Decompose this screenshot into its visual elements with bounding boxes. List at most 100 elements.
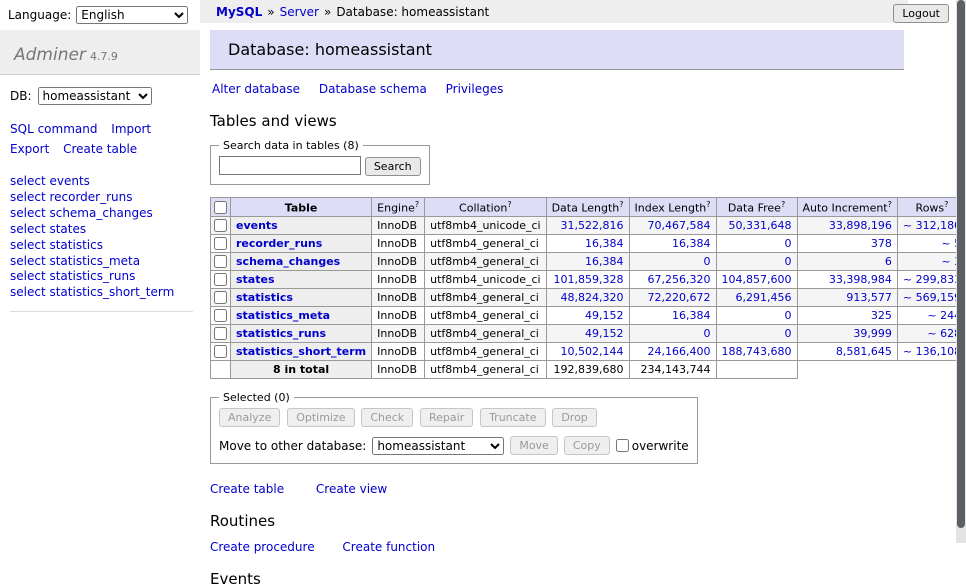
sidebar-table-link[interactable]: select events xyxy=(10,174,193,190)
data-free-link[interactable]: 188,743,680 xyxy=(722,345,792,358)
sidebar-table-link[interactable]: select states xyxy=(10,222,193,238)
data-length-cell: 16,384 xyxy=(546,235,629,253)
create-procedure-link[interactable]: Create procedure xyxy=(210,540,315,554)
database-schema-link[interactable]: Database schema xyxy=(319,82,427,96)
table-name-link[interactable]: statistics_meta xyxy=(236,309,330,322)
row-checkbox[interactable] xyxy=(214,309,227,322)
data-length-link[interactable]: 16,384 xyxy=(585,237,624,250)
breadcrumb-separator: » xyxy=(324,5,331,19)
table-name-link[interactable]: states xyxy=(236,273,275,286)
sidebar-table-link[interactable]: select statistics_meta xyxy=(10,254,193,270)
create-view-link[interactable]: Create view xyxy=(316,482,387,496)
index-length-link[interactable]: 16,384 xyxy=(672,309,711,322)
row-checkbox[interactable] xyxy=(214,237,227,250)
auto-increment-link[interactable]: 33,898,196 xyxy=(829,219,892,232)
app-version[interactable]: 4.7.9 xyxy=(90,50,118,63)
table-name-link[interactable]: events xyxy=(236,219,278,232)
repair-button[interactable]: Repair xyxy=(420,408,473,427)
row-checkbox[interactable] xyxy=(214,273,227,286)
data-free-link[interactable]: 50,331,648 xyxy=(729,219,792,232)
index-length-link[interactable]: 67,256,320 xyxy=(648,273,711,286)
data-length-link[interactable]: 49,152 xyxy=(585,327,624,340)
privileges-link[interactable]: Privileges xyxy=(446,82,504,96)
index-length-link[interactable]: 72,220,672 xyxy=(648,291,711,304)
overwrite-option[interactable]: overwrite xyxy=(616,439,689,453)
rows-count-link[interactable]: ~ 136,108 xyxy=(903,345,961,358)
row-checkbox[interactable] xyxy=(214,345,227,358)
data-free-link[interactable]: 0 xyxy=(785,327,792,340)
export-link[interactable]: Export xyxy=(10,142,49,156)
move-button[interactable]: Move xyxy=(510,436,558,455)
move-db-select[interactable]: homeassistant xyxy=(372,437,504,455)
sql-command-link[interactable]: SQL command xyxy=(10,122,97,136)
row-checkbox[interactable] xyxy=(214,219,227,232)
analyze-button[interactable]: Analyze xyxy=(219,408,280,427)
data-free-link[interactable]: 104,857,600 xyxy=(722,273,792,286)
index-length-link[interactable]: 0 xyxy=(704,327,711,340)
logout-button[interactable]: Logout xyxy=(893,4,949,23)
sidebar-table-link[interactable]: select statistics xyxy=(10,238,193,254)
create-table-link[interactable]: Create table xyxy=(210,482,284,496)
table-name-link[interactable]: statistics xyxy=(236,291,293,304)
rows-count-link[interactable]: ~ 569,159 xyxy=(903,291,961,304)
data-free-link[interactable]: 0 xyxy=(785,309,792,322)
sidebar-table-link[interactable]: select statistics_runs xyxy=(10,269,193,285)
table-name-link[interactable]: statistics_runs xyxy=(236,327,326,340)
breadcrumb-server-link[interactable]: Server xyxy=(280,5,319,19)
auto-increment-link[interactable]: 6 xyxy=(885,255,892,268)
overwrite-checkbox[interactable] xyxy=(616,439,629,452)
data-length-link[interactable]: 10,502,144 xyxy=(561,345,624,358)
scrollbar[interactable] xyxy=(956,0,966,543)
data-free-link[interactable]: 0 xyxy=(785,255,792,268)
rows-count-link[interactable]: ~ 299,833 xyxy=(903,273,961,286)
auto-increment-link[interactable]: 39,999 xyxy=(853,327,892,340)
data-length-link[interactable]: 16,384 xyxy=(585,255,624,268)
data-free-link[interactable]: 0 xyxy=(785,237,792,250)
index-length-link[interactable]: 0 xyxy=(704,255,711,268)
sidebar-table-link[interactable]: select recorder_runs xyxy=(10,190,193,206)
breadcrumb-mysql-link[interactable]: MySQL xyxy=(216,5,262,19)
copy-button[interactable]: Copy xyxy=(564,436,610,455)
data-length-link[interactable]: 101,859,328 xyxy=(554,273,624,286)
select-all-checkbox[interactable] xyxy=(214,201,227,214)
index-length-link[interactable]: 24,166,400 xyxy=(648,345,711,358)
table-name-link[interactable]: schema_changes xyxy=(236,255,340,268)
sidebar-table-link[interactable]: select schema_changes xyxy=(10,206,193,222)
table-name-link[interactable]: statistics_short_term xyxy=(236,345,366,358)
alter-database-link[interactable]: Alter database xyxy=(212,82,300,96)
drop-button[interactable]: Drop xyxy=(552,408,596,427)
search-input[interactable] xyxy=(219,156,361,175)
optimize-button[interactable]: Optimize xyxy=(287,408,354,427)
data-length-link[interactable]: 31,522,816 xyxy=(561,219,624,232)
sidebar-table-link[interactable]: select statistics_short_term xyxy=(10,285,193,301)
collation-cell: utf8mb4_general_ci xyxy=(425,253,546,271)
auto-increment-link[interactable]: 913,577 xyxy=(846,291,892,304)
table-name-cell: events xyxy=(231,217,372,235)
create-function-link[interactable]: Create function xyxy=(342,540,435,554)
index-length-link[interactable]: 70,467,584 xyxy=(648,219,711,232)
language-select[interactable]: English xyxy=(76,6,188,24)
auto-increment-link[interactable]: 325 xyxy=(871,309,892,322)
auto-increment-link[interactable]: 8,581,645 xyxy=(836,345,892,358)
data-free-link[interactable]: 6,291,456 xyxy=(736,291,792,304)
selected-fieldset: Selected (0) Analyze Optimize Check Repa… xyxy=(210,391,698,464)
auto-increment-link[interactable]: 378 xyxy=(871,237,892,250)
data-length-link[interactable]: 49,152 xyxy=(585,309,624,322)
scrollbar-thumb[interactable] xyxy=(957,0,965,528)
search-button[interactable]: Search xyxy=(365,157,421,176)
truncate-button[interactable]: Truncate xyxy=(480,408,545,427)
row-checkbox[interactable] xyxy=(214,255,227,268)
row-checkbox[interactable] xyxy=(214,291,227,304)
index-length-link[interactable]: 16,384 xyxy=(672,237,711,250)
rows-count-link[interactable]: ~ 312,180 xyxy=(903,219,961,232)
auto-increment-link[interactable]: 33,398,984 xyxy=(829,273,892,286)
data-length-cell: 16,384 xyxy=(546,253,629,271)
db-select[interactable]: homeassistant xyxy=(38,87,152,105)
sidebar-create-table-link[interactable]: Create table xyxy=(63,142,137,156)
data-length-link[interactable]: 48,824,320 xyxy=(561,291,624,304)
app-name[interactable]: Adminer xyxy=(14,45,86,65)
row-checkbox[interactable] xyxy=(214,327,227,340)
check-button[interactable]: Check xyxy=(361,408,413,427)
import-link[interactable]: Import xyxy=(111,122,151,136)
table-name-link[interactable]: recorder_runs xyxy=(236,237,322,250)
